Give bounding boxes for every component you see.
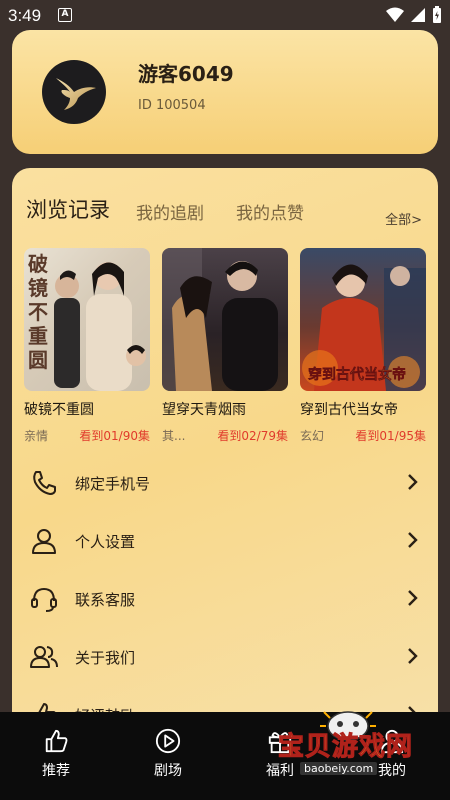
- show-card[interactable]: 破镜不重圆 破镜不重圆 亲情 看到01/90集: [24, 248, 150, 443]
- menu-item-about-us[interactable]: 关于我们: [12, 627, 438, 685]
- history-tabs: 浏览记录 我的追剧 我的点赞 全部>: [26, 194, 426, 228]
- tab-history[interactable]: 浏览记录: [26, 194, 110, 224]
- group-icon: [30, 646, 58, 668]
- poster-title: 穿到古代当女帝: [308, 367, 407, 384]
- view-all-link[interactable]: 全部>: [385, 209, 422, 228]
- status-bar: 3:49 A: [0, 0, 450, 30]
- show-poster[interactable]: [162, 248, 288, 391]
- menu-item-customer-service[interactable]: 联系客服: [12, 569, 438, 627]
- watermark: 宝贝游戏网 baobeiy.com: [268, 706, 438, 786]
- show-meta: 其... 看到02/79集: [162, 427, 288, 443]
- nav-recommend[interactable]: 推荐: [26, 728, 86, 780]
- battery-icon: [433, 6, 441, 23]
- headset-icon: [31, 587, 57, 612]
- menu-label: 联系客服: [75, 591, 136, 609]
- show-card[interactable]: 穿到古代当女帝 穿到古代当女帝 玄幻 看到01/95集: [300, 248, 426, 443]
- tab-likes[interactable]: 我的点赞: [236, 199, 304, 224]
- chevron-right-icon: [408, 648, 418, 664]
- wifi-icon: [386, 7, 404, 22]
- poster-image: [162, 248, 278, 391]
- show-genre: 玄幻: [300, 429, 325, 443]
- show-title: 穿到古代当女帝: [300, 402, 398, 418]
- show-poster[interactable]: 破镜不重圆: [24, 248, 150, 391]
- notification-icon: A: [58, 8, 72, 22]
- chevron-right-icon: [408, 474, 418, 490]
- play-circle-icon: [155, 728, 181, 754]
- clock: 3:49: [8, 6, 42, 25]
- menu-label: 个人设置: [75, 533, 136, 551]
- show-progress: 看到02/79集: [217, 429, 288, 443]
- tab-following[interactable]: 我的追剧: [136, 199, 204, 224]
- show-list: 破镜不重圆 破镜不重圆 亲情 看到01/90集 望穿天青烟雨 其... 看到02…: [24, 248, 426, 448]
- user-id: ID 100504: [138, 98, 206, 113]
- settings-menu: 绑定手机号 个人设置 联系客服 关于我们: [12, 453, 438, 743]
- thumbs-up-icon: [45, 729, 68, 753]
- show-progress: 看到01/95集: [355, 429, 426, 443]
- username: 游客6049: [138, 62, 234, 86]
- chevron-right-icon: [408, 590, 418, 606]
- show-card[interactable]: 望穿天青烟雨 其... 看到02/79集: [162, 248, 288, 443]
- system-icons: [386, 6, 442, 24]
- user-icon: [32, 529, 56, 554]
- profile-card[interactable]: 游客6049 ID 100504: [12, 30, 438, 154]
- poster-title: 破镜不重圆: [28, 252, 48, 372]
- show-title: 破镜不重圆: [24, 402, 94, 418]
- show-meta: 亲情 看到01/90集: [24, 427, 150, 443]
- phone-icon: [33, 471, 56, 495]
- menu-label: 绑定手机号: [75, 475, 151, 493]
- chevron-right-icon: [408, 532, 418, 548]
- nav-label: 剧场: [154, 763, 182, 779]
- avatar[interactable]: [42, 60, 106, 124]
- show-title: 望穿天青烟雨: [162, 402, 246, 418]
- menu-item-personal-settings[interactable]: 个人设置: [12, 511, 438, 569]
- menu-label: 关于我们: [75, 649, 136, 667]
- signal-icon: [411, 8, 425, 22]
- nav-theater[interactable]: 剧场: [138, 728, 198, 780]
- watermark-url: baobeiy.com: [300, 762, 378, 775]
- show-genre: 其...: [162, 429, 186, 443]
- show-genre: 亲情: [24, 429, 49, 443]
- menu-item-bind-phone[interactable]: 绑定手机号: [12, 453, 438, 511]
- main-card: 浏览记录 我的追剧 我的点赞 全部> 破镜不重圆 破镜不重圆 亲情 看到01/9…: [12, 168, 438, 728]
- watermark-text: 宝贝游戏网: [277, 732, 414, 763]
- nav-label: 推荐: [42, 763, 70, 779]
- swallow-bird-icon: [56, 78, 96, 110]
- show-meta: 玄幻 看到01/95集: [300, 427, 426, 443]
- show-progress: 看到01/90集: [79, 429, 150, 443]
- show-poster[interactable]: 穿到古代当女帝: [300, 248, 426, 391]
